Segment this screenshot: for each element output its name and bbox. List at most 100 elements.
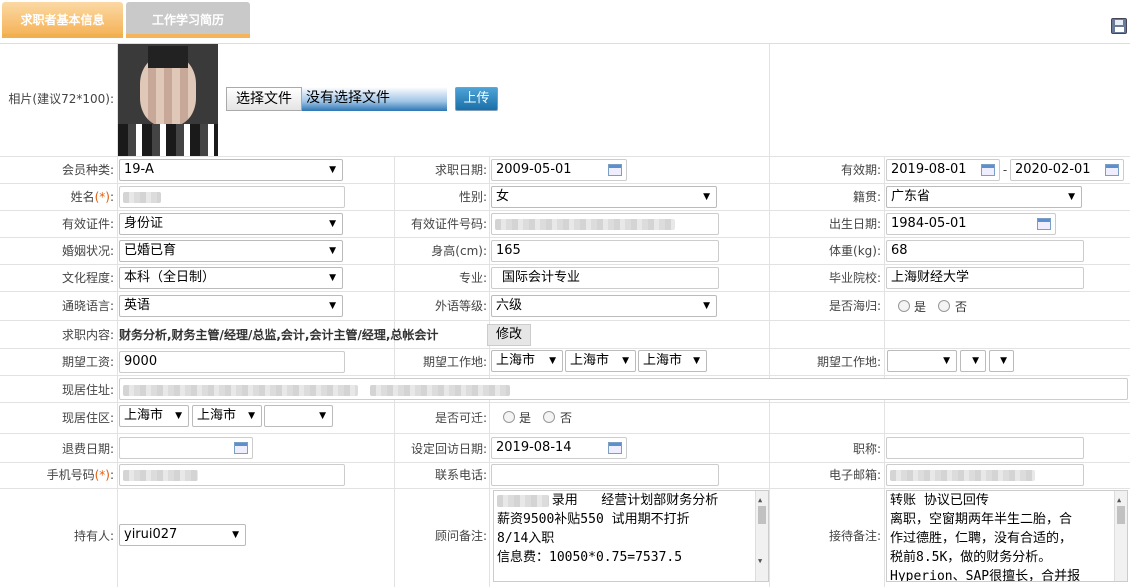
marital-label: 婚姻状况:	[61, 244, 114, 258]
save-icon[interactable]	[1111, 18, 1127, 34]
calendar-icon[interactable]	[608, 442, 622, 454]
address-input[interactable]	[119, 378, 1128, 400]
returnee-no-radio[interactable]	[938, 300, 950, 312]
holder-value: yirui027	[124, 527, 178, 542]
calendar-icon[interactable]	[234, 442, 248, 454]
origin-label: 籍贯:	[852, 190, 881, 204]
job-content-label: 求职内容:	[61, 328, 114, 342]
chevron-down-icon: ▼	[329, 219, 336, 229]
lang-level-select[interactable]: 六级 ▼	[491, 295, 717, 317]
title-label: 职称:	[852, 442, 881, 456]
address-label: 现居住址:	[61, 383, 114, 397]
district-select-1[interactable]: 上海市 ▼	[119, 405, 189, 427]
relocate-yes-text: 是	[519, 411, 532, 425]
returnee-no-text: 否	[955, 300, 968, 314]
weight-input[interactable]: 68	[886, 240, 1084, 262]
district-select-2[interactable]: 上海市 ▼	[192, 405, 262, 427]
redacted-name	[123, 192, 161, 203]
apply-date-input[interactable]: 2009-05-01	[491, 159, 627, 181]
reception-note-textarea[interactable]: 转账 协议已回传 离职，空窗期两年半生二胎，合 作过德胜，仁聘，没有合适的， 税…	[886, 490, 1128, 582]
reception-note-text: 转账 协议已回传 离职，空窗期两年半生二胎，合 作过德胜，仁聘，没有合适的， 税…	[890, 493, 1081, 582]
birth-date-input[interactable]: 1984-05-01	[886, 213, 1056, 235]
origin-value: 广东省	[891, 189, 931, 204]
calendar-icon[interactable]	[608, 164, 622, 176]
required-marker: (*)	[94, 468, 110, 482]
major-input[interactable]: 国际会计专业	[491, 267, 719, 289]
name-label-colon: :	[109, 190, 114, 204]
photo-label: 相片(建议72*100):	[8, 92, 114, 106]
upload-button[interactable]: 上传	[455, 87, 498, 111]
work-place-2-select-1[interactable]: ▼	[887, 350, 957, 372]
relocate-yes-radio[interactable]	[503, 411, 515, 423]
work-place-2-label: 期望工作地:	[816, 355, 881, 369]
valid-to-input[interactable]: 2020-02-01	[1010, 159, 1124, 181]
modify-button[interactable]: 修改	[487, 324, 531, 346]
relocate-no-radio[interactable]	[543, 411, 555, 423]
education-select[interactable]: 本科（全日制） ▼	[119, 267, 343, 289]
chevron-down-icon: ▼	[549, 356, 556, 366]
id-type-select[interactable]: 身份证 ▼	[119, 213, 343, 235]
height-input[interactable]: 165	[491, 240, 719, 262]
returnee-yes-radio[interactable]	[898, 300, 910, 312]
apply-date-value: 2009-05-01	[496, 162, 572, 177]
tab-basic-info[interactable]: 求职者基本信息	[2, 2, 123, 38]
school-input[interactable]: 上海财经大学	[886, 267, 1084, 289]
mobile-label: 手机号码(*):	[46, 468, 114, 482]
calendar-icon[interactable]	[1037, 218, 1051, 230]
phone-input[interactable]	[491, 464, 719, 486]
email-label: 电子邮箱:	[828, 468, 881, 482]
visit-date-input[interactable]: 2019-08-14	[491, 437, 627, 459]
calendar-icon[interactable]	[981, 164, 995, 176]
salary-label: 期望工资:	[61, 355, 114, 369]
refund-date-input[interactable]	[119, 437, 253, 459]
profile-photo	[118, 44, 218, 156]
email-input[interactable]	[886, 464, 1084, 486]
weight-label: 体重(kg):	[829, 244, 881, 258]
work-place-2-select-3[interactable]: ▼	[989, 350, 1014, 372]
returnee-yes-text: 是	[914, 300, 927, 314]
refund-date-label: 退费日期:	[61, 442, 114, 456]
id-number-input[interactable]	[491, 213, 719, 235]
name-input[interactable]	[119, 186, 345, 208]
district-label: 现居住区:	[61, 411, 114, 425]
lang-level-label: 外语等级:	[434, 299, 487, 313]
relocate-label: 是否可迁:	[434, 411, 487, 425]
member-type-label: 会员种类:	[61, 163, 114, 177]
chevron-down-icon: ▼	[1000, 356, 1007, 366]
calendar-icon[interactable]	[1105, 164, 1119, 176]
work-place-select-2[interactable]: 上海市 ▼	[565, 350, 636, 372]
valid-period-label: 有效期:	[840, 163, 881, 177]
scrollbar[interactable]: ▲	[1114, 491, 1127, 581]
language-value: 英语	[124, 298, 151, 313]
scrollbar[interactable]: ▲ ▼	[755, 491, 768, 581]
gender-select[interactable]: 女 ▼	[491, 186, 717, 208]
job-content-value: 财务分析,财务主管/经理/总监,会计,会计主管/经理,总帐会计	[119, 328, 439, 342]
salary-input[interactable]: 9000	[119, 351, 345, 373]
choose-file-button[interactable]: 选择文件	[226, 87, 302, 111]
valid-from-input[interactable]: 2019-08-01	[886, 159, 1000, 181]
form-grid: 相片(建议72*100): 选择文件 没有选择文件 上传 会员种类: 19-A ▼…	[0, 44, 1130, 587]
phone-label: 联系电话:	[434, 468, 487, 482]
name-label: 姓名(*):	[70, 190, 114, 204]
visit-date-value: 2019-08-14	[496, 440, 572, 455]
language-select[interactable]: 英语 ▼	[119, 295, 343, 317]
tab-work-study-resume[interactable]: 工作学习简历	[126, 2, 250, 38]
redacted-mobile	[123, 470, 198, 481]
marital-select[interactable]: 已婚已育 ▼	[119, 240, 343, 262]
holder-select[interactable]: yirui027 ▼	[119, 524, 246, 546]
work-place-select-1[interactable]: 上海市 ▼	[491, 350, 563, 372]
title-input[interactable]	[886, 437, 1084, 459]
district-select-3[interactable]: ▼	[264, 405, 333, 427]
file-name-display: 没有选择文件	[302, 87, 447, 111]
mobile-input[interactable]	[119, 464, 345, 486]
language-label: 通晓语言:	[61, 299, 114, 313]
chevron-down-icon: ▼	[703, 301, 710, 311]
consultant-note-textarea[interactable]: 录用 经营计划部财务分析 薪资9500补贴550 试用期不打折 8/14入职 信…	[493, 490, 769, 582]
holder-label: 持有人:	[73, 529, 114, 543]
work-place-select-3[interactable]: 上海市 ▼	[638, 350, 707, 372]
work-place-2-select-2[interactable]: ▼	[960, 350, 986, 372]
mobile-label-colon: :	[109, 468, 114, 482]
origin-select[interactable]: 广东省 ▼	[886, 186, 1082, 208]
member-type-select[interactable]: 19-A ▼	[119, 159, 343, 181]
chevron-down-icon: ▼	[693, 356, 700, 366]
